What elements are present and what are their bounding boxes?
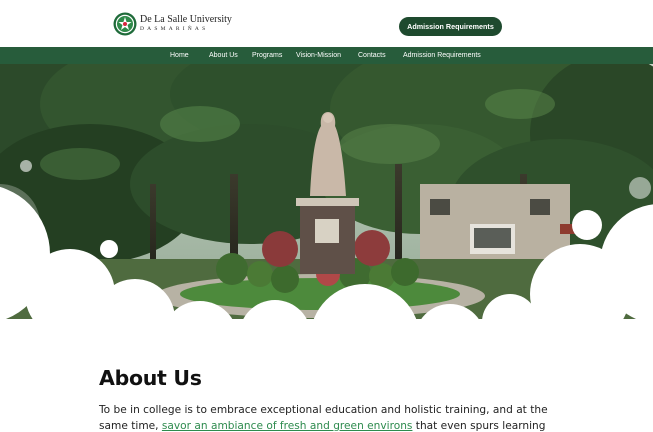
about-heading: About Us [99, 366, 202, 390]
university-logo[interactable]: De La Salle University DASMARIÑAS [113, 12, 232, 36]
top-header: De La Salle University DASMARIÑAS Admiss… [0, 0, 653, 47]
nav-admission-requirements[interactable]: Admission Requirements [403, 47, 481, 64]
about-paragraph: To be in college is to embrace exception… [99, 402, 579, 432]
logo-subtitle: DASMARIÑAS [140, 26, 209, 33]
university-seal-icon [113, 12, 137, 36]
green-environs-link[interactable]: savor an ambiance of fresh and green env… [162, 420, 413, 432]
nav-vision-mission[interactable]: Vision-Mission [296, 47, 341, 64]
admission-requirements-button[interactable]: Admission Requirements [399, 17, 502, 36]
hero-banner [0, 64, 653, 344]
about-section: About Us To be in college is to embrace … [99, 366, 579, 432]
hero-campus-photo [0, 64, 653, 344]
main-nav: Home About Us Programs Vision-Mission Co… [0, 47, 653, 64]
about-text-part2: that even spurs learning [412, 420, 546, 432]
logo-name: De La Salle University [140, 14, 232, 26]
nav-home[interactable]: Home [170, 47, 189, 64]
nav-contacts[interactable]: Contacts [358, 47, 386, 64]
nav-programs[interactable]: Programs [252, 47, 282, 64]
nav-about-us[interactable]: About Us [209, 47, 238, 64]
